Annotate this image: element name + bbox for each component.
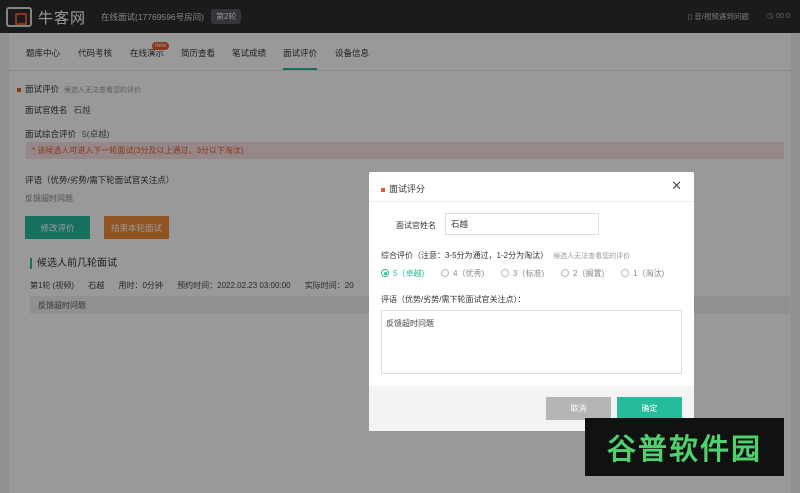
dialog-title-text: 面试评分: [389, 184, 426, 194]
radio-icon: [441, 269, 449, 277]
score-option-label: 4（优秀): [453, 269, 485, 278]
dialog-comment-label: 评语（优势/劣势/需下轮面试官关注点）：: [381, 295, 526, 304]
score-dialog: 面试评分 ✕ 面试官姓名 综合评价（注意：3-5分为通过，1-2分为淘汰） 候选人…: [369, 172, 694, 431]
dialog-name-label: 面试官姓名: [396, 221, 436, 230]
score-option-label: 3（标准): [513, 269, 545, 278]
comment-textarea[interactable]: 反馈超时问题: [381, 310, 682, 374]
score-option-label: 5（卓越): [393, 269, 425, 278]
site-watermark: 谷普软件园: [585, 418, 784, 476]
dialog-header: 面试评分 ✕: [369, 172, 694, 202]
dialog-overall-label: 综合评价（注意：3-5分为通过，1-2分为淘汰）: [381, 251, 549, 260]
radio-checked-icon: [381, 269, 389, 277]
dialog-title: 面试评分: [381, 182, 425, 195]
dialog-overall-row: 综合评价（注意：3-5分为通过，1-2分为淘汰） 候选人无法查看您的评价: [381, 250, 630, 261]
score-option-4[interactable]: 4（优秀): [441, 268, 484, 279]
score-radio-group: 5（卓越) 4（优秀) 3（标准) 2（搁置) 1（淘汰): [381, 268, 691, 280]
radio-icon: [561, 269, 569, 277]
title-marker-icon: [381, 187, 385, 192]
confirm-button[interactable]: 确定: [617, 397, 682, 420]
score-option-3[interactable]: 3（标准): [501, 268, 544, 279]
score-option-2[interactable]: 2（搁置): [561, 268, 604, 279]
watermark-text: 谷普软件园: [606, 434, 762, 466]
cancel-button[interactable]: 取消: [546, 397, 611, 420]
interviewer-name-input[interactable]: [445, 213, 599, 235]
score-option-5[interactable]: 5（卓越): [381, 268, 424, 279]
score-option-label: 1（淘汰): [633, 269, 665, 278]
dialog-overall-hint: 候选人无法查看您的评价: [553, 253, 631, 260]
radio-icon: [621, 269, 629, 277]
close-icon[interactable]: ✕: [671, 179, 682, 192]
radio-icon: [501, 269, 509, 277]
score-option-label: 2（搁置): [573, 269, 605, 278]
score-option-1[interactable]: 1（淘汰): [621, 268, 664, 279]
